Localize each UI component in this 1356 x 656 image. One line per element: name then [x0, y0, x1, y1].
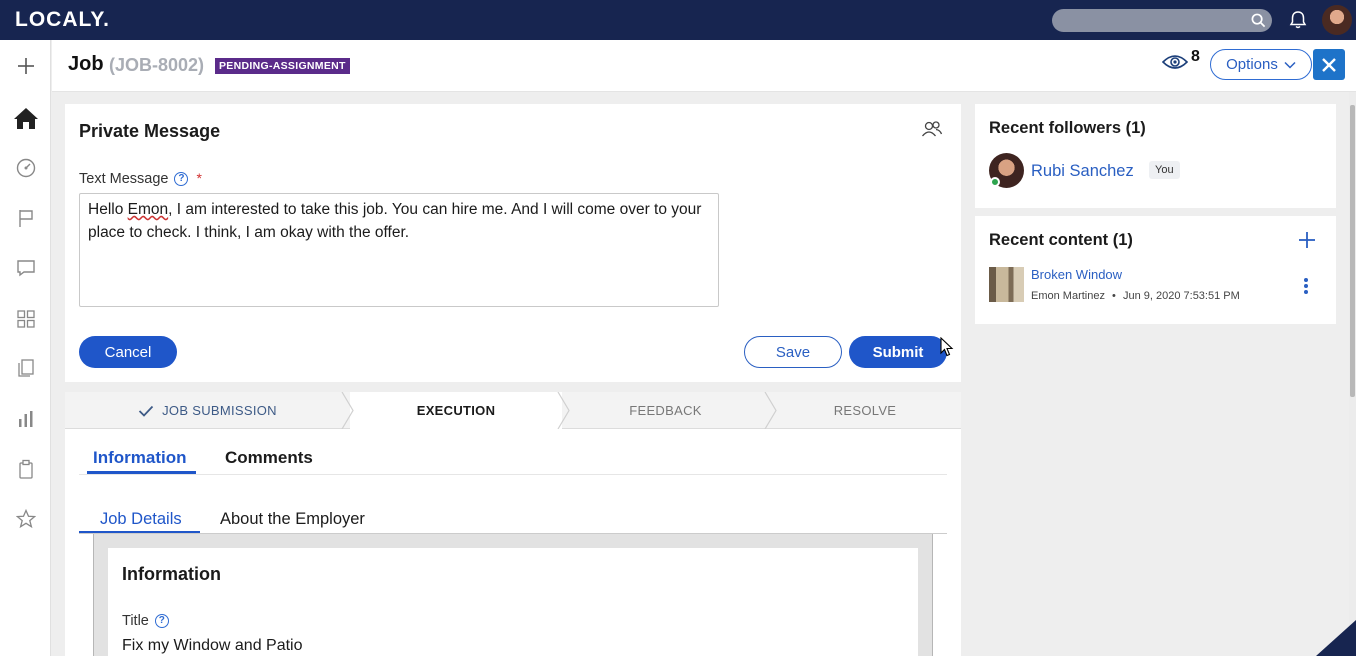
followers-eye-icon[interactable]: [1162, 53, 1188, 71]
stage-label: JOB SUBMISSION: [162, 403, 277, 418]
stage-separator-arrow: [341, 392, 354, 429]
stage-feedback[interactable]: FEEDBACK: [562, 392, 769, 429]
subtab-about-employer[interactable]: About the Employer: [220, 510, 365, 529]
private-message-title: Private Message: [79, 121, 221, 141]
submit-button[interactable]: Submit: [849, 336, 947, 368]
more-options-kebab-icon[interactable]: [1303, 277, 1309, 295]
content-item-link[interactable]: Broken Window: [1031, 267, 1122, 282]
stage-label: FEEDBACK: [629, 403, 702, 418]
save-button[interactable]: Save: [744, 336, 842, 368]
recent-followers-panel: Recent followers (1) Rubi Sanchez You: [975, 104, 1336, 208]
case-id: (JOB-8002): [109, 55, 205, 75]
follower-name-link[interactable]: Rubi Sanchez: [1031, 162, 1134, 181]
private-message-card: Private Message Text Message? * Hello Emo…: [65, 104, 961, 382]
create-plus-icon[interactable]: [13, 53, 39, 79]
settings-corner-tab[interactable]: [1316, 620, 1356, 656]
you-badge: You: [1149, 161, 1180, 179]
message-text-start: Hello: [88, 201, 128, 218]
search-icon: [1251, 13, 1266, 28]
recent-followers-title: Recent followers (1): [989, 119, 1146, 137]
reports-chart-icon[interactable]: [13, 406, 39, 432]
flag-icon[interactable]: [13, 205, 39, 231]
apps-grid-icon[interactable]: [13, 306, 39, 332]
close-icon: [1322, 57, 1336, 72]
stage-job-submission[interactable]: JOB SUBMISSION: [65, 392, 350, 429]
title-field-label: Title?: [122, 613, 169, 629]
case-title: Job: [68, 53, 104, 75]
stage-separator-arrow: [557, 392, 570, 429]
content-item-meta: Emon Martinez • Jun 9, 2020 7:53:51 PM: [1031, 290, 1240, 302]
home-icon[interactable]: [13, 105, 39, 131]
scrollbar-thumb[interactable]: [1350, 105, 1355, 397]
options-dropdown-button[interactable]: Options: [1210, 49, 1312, 80]
notifications-bell-icon[interactable]: [1288, 10, 1308, 30]
top-bar: LOCALY.: [0, 0, 1356, 40]
tab-information[interactable]: Information: [93, 448, 187, 468]
cancel-button[interactable]: Cancel: [79, 336, 177, 368]
text-message-input[interactable]: Hello Emon, I am interested to take this…: [79, 193, 719, 307]
help-icon[interactable]: ?: [174, 172, 189, 187]
status-badge: PENDING-ASSIGNMENT: [215, 58, 350, 74]
stage-label: EXECUTION: [416, 403, 496, 418]
user-avatar[interactable]: [1322, 5, 1352, 35]
close-button[interactable]: [1313, 49, 1345, 80]
title-field-value: Fix my Window and Patio: [122, 637, 303, 654]
followers-count: 8: [1191, 48, 1200, 65]
online-status-indicator: [990, 177, 1000, 187]
clipboard-icon[interactable]: [13, 456, 39, 482]
options-label: Options: [1226, 56, 1278, 73]
dashboard-gauge-icon[interactable]: [13, 155, 39, 181]
add-content-plus-icon[interactable]: [1297, 230, 1317, 250]
content-author: Emon Martinez: [1031, 290, 1105, 302]
checkmark-icon: [138, 405, 154, 417]
stage-separator-arrow: [764, 392, 777, 429]
information-card: Information Title? Fix my Window and Pat…: [108, 548, 918, 656]
case-content: Information Comments Job Details About t…: [65, 429, 961, 656]
global-search-input[interactable]: [1052, 9, 1272, 32]
message-text-rest: , I am interested to take this job. You …: [88, 201, 702, 241]
help-icon[interactable]: ?: [154, 614, 169, 629]
case-stages-bar: JOB SUBMISSION EXECUTION FEEDBACK RESOLV…: [65, 392, 961, 429]
title-label-text: Title: [122, 613, 149, 629]
documents-icon[interactable]: [13, 355, 39, 381]
favorites-star-icon[interactable]: [13, 506, 39, 532]
stage-resolve[interactable]: RESOLVE: [769, 392, 961, 429]
left-navigation: [0, 40, 51, 656]
stage-label: RESOLVE: [833, 403, 897, 418]
subtab-panel: Information Title? Fix my Window and Pat…: [93, 534, 933, 656]
required-indicator: *: [196, 170, 202, 186]
participants-icon[interactable]: [921, 120, 943, 138]
text-message-label-text: Text Message: [79, 171, 169, 187]
content-thumbnail[interactable]: [989, 267, 1024, 302]
information-title: Information: [122, 564, 221, 584]
chevron-down-icon: [1284, 61, 1296, 69]
text-message-label: Text Message? *: [79, 170, 202, 187]
recent-content-title: Recent content (1): [989, 231, 1133, 249]
recent-content-panel: Recent content (1) Broken Window Emon Ma…: [975, 216, 1336, 324]
meta-separator: •: [1112, 290, 1116, 302]
tabs-divider: [79, 474, 947, 475]
mouse-cursor-icon: [940, 337, 954, 357]
stage-execution[interactable]: EXECUTION: [350, 392, 562, 429]
tab-comments[interactable]: Comments: [225, 448, 313, 468]
messages-icon[interactable]: [13, 255, 39, 281]
case-header: Job (JOB-8002) PENDING-ASSIGNMENT 8 Opti…: [52, 40, 1356, 92]
content-date: Jun 9, 2020 7:53:51 PM: [1122, 290, 1240, 302]
subtab-job-details[interactable]: Job Details: [100, 510, 182, 529]
brand-logo[interactable]: LOCALY.: [15, 8, 110, 32]
message-text-name: Emon: [127, 201, 169, 218]
